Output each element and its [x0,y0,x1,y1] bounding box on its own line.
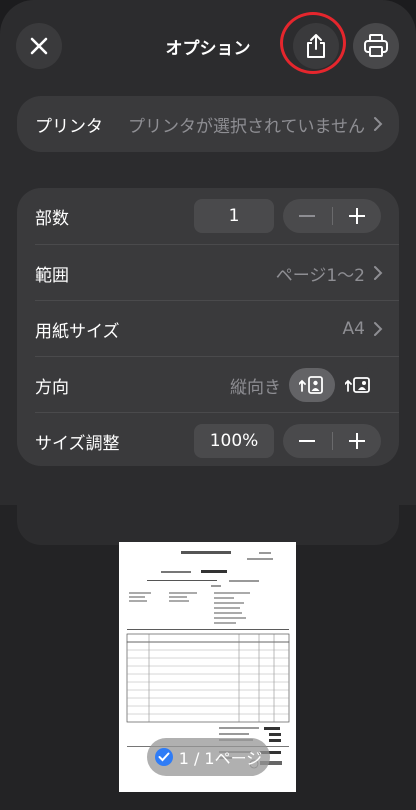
copies-stepper [283,199,381,233]
chevron-right-icon [374,322,383,336]
orientation-row: 方向 縦向き [17,357,399,413]
minus-icon [299,440,316,442]
highlight-circle [280,12,346,74]
orientation-value: 縦向き [230,377,281,398]
printer-label: プリンタ [35,116,103,137]
range-row[interactable]: 範囲 ページ1〜2 [17,245,399,301]
landscape-option[interactable] [335,368,381,402]
preview-card-top [17,505,399,545]
scale-field[interactable]: 100% [194,424,274,458]
copies-field[interactable]: 1 [194,199,274,233]
paper-size-row[interactable]: 用紙サイズ A4 [17,301,399,357]
plus-icon [348,208,365,224]
printer-icon [364,34,388,57]
page-count-badge: 1 / 1ページ [147,738,270,776]
portrait-icon [299,376,323,394]
printer-value: プリンタが選択されていません [128,116,365,137]
checkmark-icon [154,748,173,766]
scale-stepper [283,424,381,458]
copies-row: 部数 1 [17,188,399,244]
scale-row: サイズ調整 100% [17,413,399,469]
page-count-text: 1 / 1ページ [178,749,263,768]
range-label: 範囲 [35,265,69,286]
landscape-icon [345,377,370,393]
scale-decrement-button[interactable] [283,424,332,458]
scale-increment-button[interactable] [332,424,381,458]
orientation-label: 方向 [35,377,69,398]
paper-size-value: A4 [342,319,365,339]
minus-icon [299,215,316,217]
printer-row[interactable]: プリンタ プリンタが選択されていません [17,96,399,152]
orientation-segmented-control [289,368,381,402]
scale-label: サイズ調整 [35,433,120,454]
copies-decrement-button[interactable] [283,199,332,233]
range-value: ページ1〜2 [275,265,365,286]
copies-increment-button[interactable] [332,199,381,233]
copies-label: 部数 [35,208,69,229]
paper-size-label: 用紙サイズ [35,321,120,342]
portrait-option[interactable] [289,368,335,402]
print-button[interactable] [353,23,399,69]
print-options-card: 部数 1 範囲 ページ1〜2 用紙サイズ A4 方向 縦向き サイズ調整 100… [17,188,399,466]
chevron-right-icon [374,117,383,131]
header: オプション [0,0,416,95]
plus-icon [348,433,365,449]
chevron-right-icon [374,266,383,280]
